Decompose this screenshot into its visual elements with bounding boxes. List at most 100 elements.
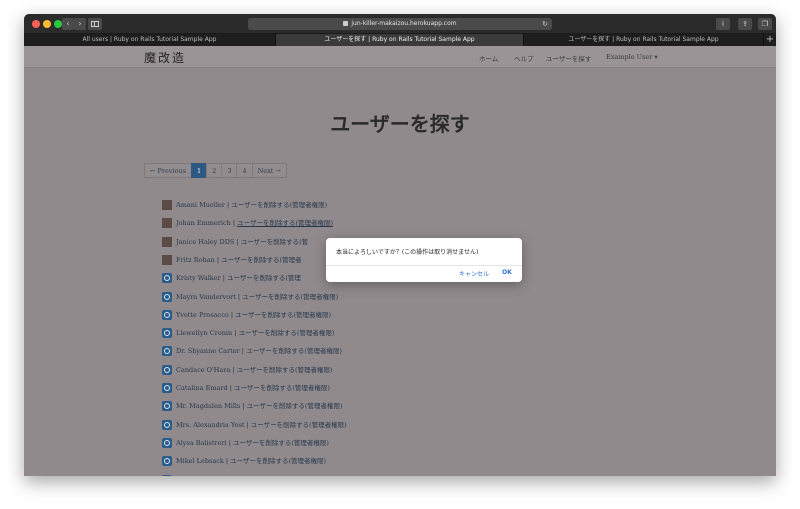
pagination-page-1[interactable]: 1 [191,163,208,178]
address-url: jun-killer-makaizou.herokuapp.com [351,20,457,27]
delete-user-link[interactable]: ユーザーを削除する(管理者権限) [247,402,343,410]
user-entry: Catalina Emard | ユーザーを削除する(管理者権限) [176,383,330,394]
pagination-previous[interactable]: ← Previous [144,163,193,178]
user-avatar[interactable] [162,364,172,375]
share-icon[interactable]: ⇪ [738,18,752,30]
nav-account-dropdown[interactable]: Example User ▾ [606,53,658,61]
user-avatar[interactable] [162,273,172,284]
user-entry: Mikel Lebsack | ユーザーを削除する(管理者権限) [176,456,326,467]
user-name-link[interactable]: Amani Mueller [176,201,225,209]
user-name-link[interactable]: Johan Emmerich [176,219,231,227]
nav-users-link[interactable]: ユーザーを探す [546,53,591,63]
delete-user-link[interactable]: ユーザーを削除する(管理者権限) [243,476,339,477]
delete-user-link[interactable]: ユーザーを削除する(管理者権限) [234,384,330,392]
browser-window: ‹ › jun-killer-makaizou.herokuapp.com ↻ … [24,14,776,476]
delete-user-link[interactable]: ユーザーを削除する(管 [241,238,308,246]
reload-icon[interactable]: ↻ [542,18,548,30]
user-avatar[interactable] [162,291,172,302]
user-avatar[interactable] [162,456,172,467]
delete-user-link[interactable]: ユーザーを削除する(管理者権限) [231,201,327,209]
user-avatar[interactable] [162,346,172,357]
user-name-link[interactable]: Kristy Walker [176,274,221,282]
title-bar: ‹ › jun-killer-makaizou.herokuapp.com ↻ … [24,14,776,34]
pagination-page-2[interactable]: 2 [206,163,223,178]
delete-user-link[interactable]: ユーザーを削除する(管理者権限) [235,311,331,319]
user-avatar[interactable] [162,200,172,210]
user-name-link[interactable]: Dr. Shyanne Carter [176,347,240,355]
info-icon[interactable]: i [716,18,730,30]
delete-user-link[interactable]: ユーザーを削除する(管理者権限) [251,421,347,429]
user-name-link[interactable]: Janice Haley DDS [176,238,234,246]
user-entry: Johan Emmerich | ユーザーを削除する(管理者権限) [176,218,333,229]
user-avatar[interactable] [162,419,172,430]
back-arrow-icon[interactable]: ‹ [62,18,74,30]
delete-user-link[interactable]: ユーザーを削除する(管理者権限) [233,439,329,447]
user-entry: Mrs. Alexandria Yost | ユーザーを削除する(管理者権限) [176,420,347,431]
close-window-button[interactable] [32,20,40,28]
tab-all-users[interactable]: All users | Ruby on Rails Tutorial Sampl… [24,34,276,46]
pagination-next[interactable]: Next → [251,163,287,178]
user-avatar[interactable] [162,401,172,412]
user-name-link[interactable]: Mr. Magdalen Mills [176,402,240,410]
site-navbar: 魔改造 ホーム ヘルプ ユーザーを探す Example User ▾ [24,46,776,68]
delete-user-link[interactable]: ユーザーを削除する(管理者権限) [246,347,342,355]
user-avatar[interactable] [162,309,172,320]
new-tab-button[interactable]: + [764,34,776,46]
address-bar[interactable]: jun-killer-makaizou.herokuapp.com ↻ [248,18,552,30]
user-entry: Alysa Balistreri | ユーザーを削除する(管理者権限) [176,438,329,449]
pagination-page-4[interactable]: 4 [236,163,253,178]
delete-user-link[interactable]: ユーザーを削除する(管理 [227,274,301,282]
site-logo[interactable]: 魔改造 [144,49,186,66]
tab-find-users[interactable]: ユーザーを探す | Ruby on Rails Tutorial Sample … [524,34,764,46]
delete-user-link[interactable]: ユーザーを削除する(管理者権限) [242,293,338,301]
user-avatar[interactable] [162,254,172,265]
minimize-window-button[interactable] [43,20,51,28]
delete-user-link[interactable]: ユーザーを削除する(管理者権限) [237,219,333,227]
user-entry: Janice Haley DDS | ユーザーを削除する(管 [176,237,308,248]
user-avatar[interactable] [162,218,172,229]
nav-home-link[interactable]: ホーム [479,53,498,63]
user-name-link[interactable]: Norene Hartmann [176,476,236,477]
user-name-link[interactable]: Mrs. Alexandria Yost [176,421,244,429]
pagination-page-3[interactable]: 3 [221,163,238,178]
user-entry: Yvette Prosacco | ユーザーを削除する(管理者権限) [176,310,331,321]
user-name-link[interactable]: Yvette Prosacco [176,311,229,319]
user-avatar[interactable] [162,236,172,247]
user-entry: Dr. Shyanne Carter | ユーザーを削除する(管理者権限) [176,346,342,357]
user-name-link[interactable]: Mayra Vandervort [176,293,236,301]
user-name-link[interactable]: Mikel Lebsack [176,457,224,465]
user-name-link[interactable]: Alysa Balistreri [176,439,227,447]
confirm-dialog: 本当によろしいですか？(この操作は取り消せません) キャンセル OK [326,238,522,282]
user-avatar[interactable] [162,437,172,448]
user-name-link[interactable]: Fritz Rohan [176,256,215,264]
user-entry: Mayra Vandervort | ユーザーを削除する(管理者権限) [176,292,338,303]
user-avatar[interactable] [162,474,172,476]
user-entry: Mr. Magdalen Mills | ユーザーを削除する(管理者権限) [176,401,343,412]
fullscreen-window-button[interactable] [54,20,62,28]
lock-icon [343,21,349,26]
delete-user-link[interactable]: ユーザーを削除する(管理者権限) [237,366,333,374]
user-avatar[interactable] [162,383,172,393]
user-entry: Amani Mueller | ユーザーを削除する(管理者権限) [176,200,327,211]
user-name-link[interactable]: Llewellyn Cronin [176,329,232,337]
tab-find-users-active[interactable]: ユーザーを探す | Ruby on Rails Tutorial Sample … [276,34,524,46]
sidebar-toggle-icon[interactable] [88,18,102,30]
dialog-ok-button[interactable]: OK [502,269,512,276]
user-entry: Llewellyn Cronin | ユーザーを削除する(管理者権限) [176,328,334,339]
user-entry: Norene Hartmann | ユーザーを削除する(管理者権限) [176,475,339,477]
user-entry: Fritz Rohan | ユーザーを削除する(管理者 [176,255,302,266]
user-entry: Kristy Walker | ユーザーを削除する(管理 [176,273,301,284]
delete-user-link[interactable]: ユーザーを削除する(管理者権限) [239,329,335,337]
forward-arrow-icon[interactable]: › [74,18,86,30]
dialog-cancel-button[interactable]: キャンセル [459,269,489,278]
user-name-link[interactable]: Candace O'Hara [176,366,230,374]
dialog-message: 本当によろしいですか？(この操作は取り消せません) [336,249,479,256]
user-name-link[interactable]: Catalina Emard [176,384,228,392]
delete-user-link[interactable]: ユーザーを削除する(管理者権限) [230,457,326,465]
tab-overview-icon[interactable]: ❐ [758,18,772,30]
nav-help-link[interactable]: ヘルプ [514,53,534,63]
tab-bar: All users | Ruby on Rails Tutorial Sampl… [24,34,776,46]
pagination: ← Previous 1 2 3 4 Next → [144,163,287,178]
user-avatar[interactable] [162,328,172,339]
delete-user-link[interactable]: ユーザーを削除する(管理者 [221,256,301,264]
